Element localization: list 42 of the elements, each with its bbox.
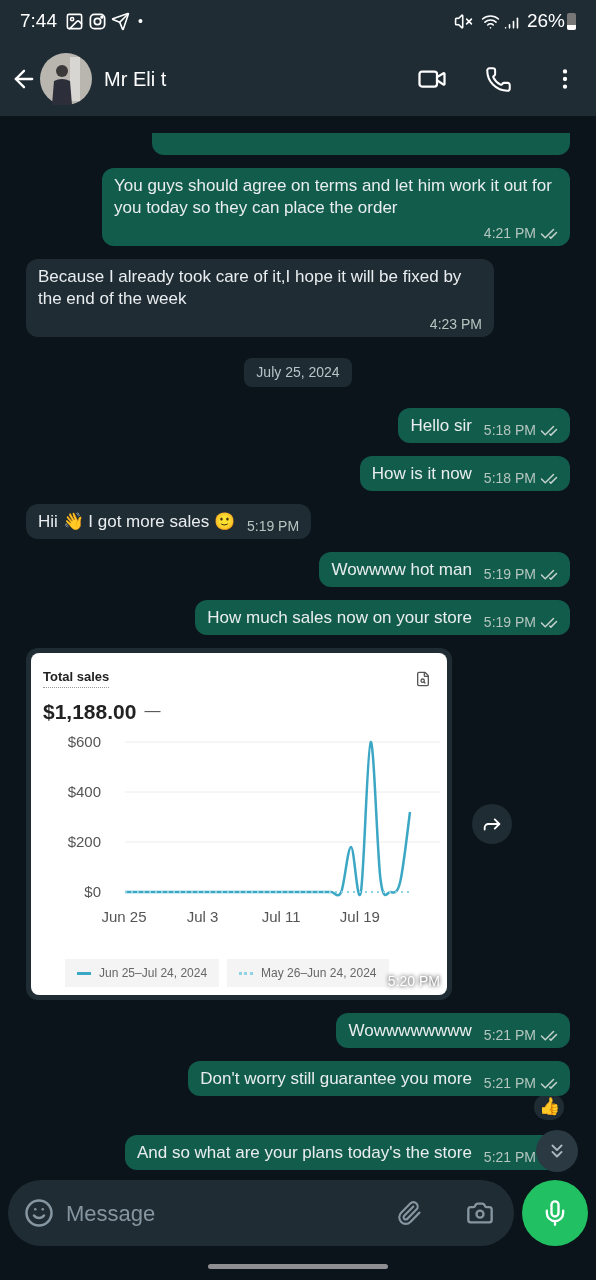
card-title: Total sales — [43, 667, 110, 688]
message-text: And so what are your plans today's the store — [136, 1142, 472, 1164]
message-text: You guys should agree on terms and let him work it out for you today so they can place the order — [114, 175, 553, 219]
image-bubble[interactable]: Total sales $1,188.00 — $0 $200 $400 $600 Jun 25 Jul 3 Jul 11 Jul 19 Jun 25–Jul 24, 2024 May 26–Jun 24, 2024 5:20 PM — [26, 648, 452, 1000]
battery-percent: 26% — [526, 8, 565, 33]
message-time: 5:21 PM — [483, 1148, 536, 1167]
x-axis-label: Jun 25 — [101, 908, 147, 925]
message-time: 5:19 PM — [483, 565, 536, 584]
y-axis-label: $400 — [67, 783, 101, 800]
message-time: 5:18 PM — [483, 469, 536, 488]
legend-label: Jun 25–Jul 24, 2024 — [99, 965, 208, 982]
message-time: 5:19 PM — [483, 613, 536, 632]
message-text: Wowwwwwwww — [348, 1020, 472, 1042]
legend-label: May 26–Jun 24, 2024 — [261, 965, 377, 982]
x-axis-label: Jul 3 — [186, 908, 219, 925]
notification-dot: • — [138, 11, 143, 31]
contact-name[interactable]: Mr Eli t — [104, 64, 417, 94]
message-time: 5:20 PM — [387, 972, 440, 991]
message-time: 4:23 PM — [429, 315, 482, 334]
x-axis-label: Jul 11 — [261, 908, 301, 925]
message-text: Don't worry still guarantee you more — [200, 1068, 472, 1090]
message-text: Wowwww hot man — [331, 559, 472, 581]
message-text: How is it now — [371, 463, 472, 485]
message-text: How much sales now on your store — [207, 607, 472, 629]
date-chip: July 25, 2024 — [244, 358, 352, 387]
y-axis-label: $0 — [84, 883, 101, 900]
y-axis-label: $600 — [67, 733, 101, 750]
clock: 7:44 — [20, 8, 57, 33]
message-input[interactable]: Message — [8, 1180, 514, 1246]
message-text: Because I already took care of it,I hope it will be fixed by the end of the week — [38, 266, 463, 310]
amount-dash: — — [144, 701, 161, 722]
message-text: Hello sir — [410, 415, 472, 437]
message-input-text[interactable]: Message — [66, 1196, 384, 1230]
message-time: 5:18 PM — [483, 421, 536, 440]
message-time: 5:21 PM — [483, 1026, 536, 1045]
message-time: 5:19 PM — [246, 517, 300, 536]
x-axis-label: Jul 19 — [339, 908, 380, 925]
message-time: 5:21 PM — [483, 1074, 536, 1093]
y-axis-label: $200 — [67, 833, 101, 850]
message-text: Hii 👋 I got more sales 🙂 — [38, 511, 235, 533]
sales-amount: $1,188.00 — [43, 698, 137, 725]
message-time: 4:21 PM — [483, 224, 536, 243]
